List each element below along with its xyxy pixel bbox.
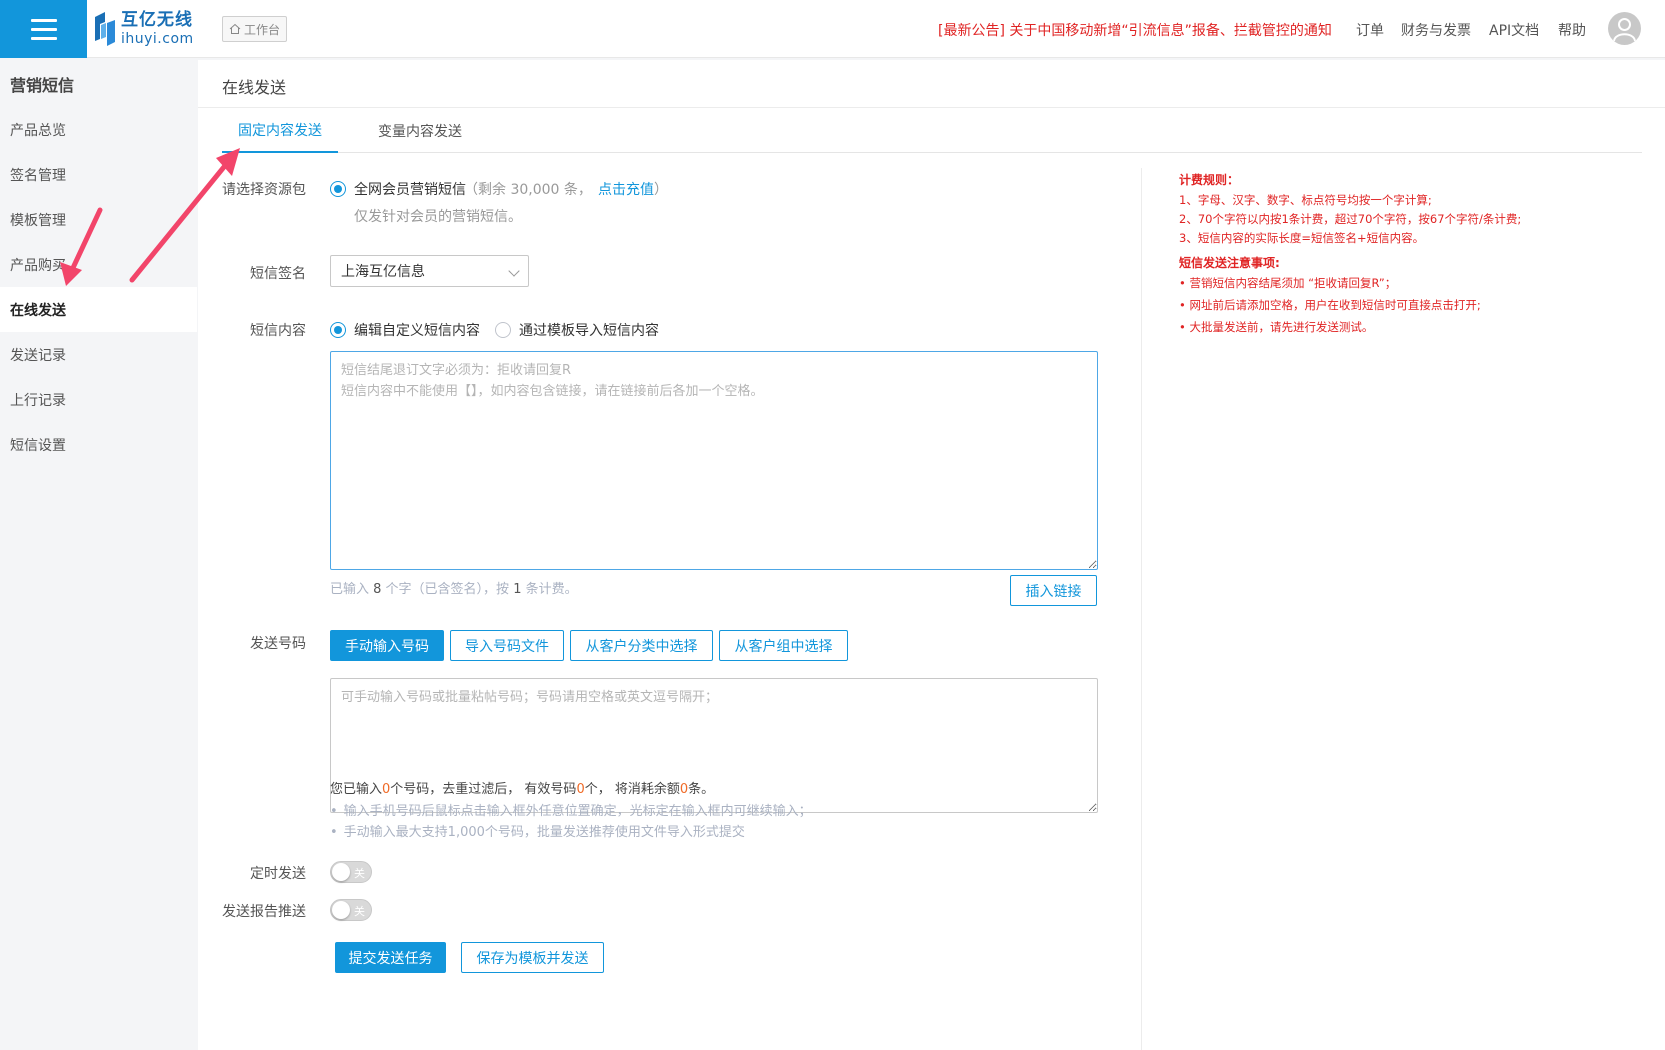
workbench-label: 工作台 bbox=[244, 22, 281, 37]
save-template-send-button[interactable]: 保存为模板并发送 bbox=[461, 942, 604, 973]
nav-help[interactable]: 帮助 bbox=[1558, 20, 1586, 40]
schedule-toggle[interactable]: 关 bbox=[330, 861, 372, 883]
logo-en-text: ihuyi.com bbox=[121, 31, 194, 47]
sidebar-item-sms-settings[interactable]: 短信设置 bbox=[0, 422, 197, 467]
announcement-link[interactable]: [最新公告] 关于中国移动新增“引流信息”报备、拦截管控的通知 bbox=[938, 20, 1332, 40]
tab-variable-content[interactable]: 变量内容发送 bbox=[370, 108, 470, 153]
menu-icon[interactable] bbox=[0, 0, 87, 58]
sidebar-item-template[interactable]: 模板管理 bbox=[0, 197, 197, 242]
billing-rules-title: 计费规则： bbox=[1179, 173, 1240, 187]
page-title: 在线发送 bbox=[222, 78, 287, 97]
toggle-knob bbox=[332, 901, 350, 919]
numbers-count-text: 您已输入0个号码，去重过滤后， 有效号码0个， 将消耗余额0条。 bbox=[330, 782, 715, 797]
nav-api-docs[interactable]: API文档 bbox=[1489, 20, 1539, 40]
package-label: 请选择资源包 bbox=[222, 182, 306, 198]
sidebar: 营销短信 产品总览 签名管理 模板管理 产品购买 在线发送 发送记录 上行记录 … bbox=[0, 58, 197, 1050]
sms-content-textarea[interactable] bbox=[330, 351, 1098, 570]
content-option-template: 通过模板导入短信内容 bbox=[519, 323, 659, 339]
signature-value: 上海互亿信息 bbox=[341, 264, 425, 280]
sidebar-item-product-overview[interactable]: 产品总览 bbox=[0, 107, 197, 152]
billing-rule-line: 1、字母、汉字、数字、标点符号均按一个字计算; bbox=[1179, 193, 1432, 207]
logo-cn-text: 互亿无线 bbox=[121, 10, 193, 30]
send-notice-line: • 大批量发送前，请先进行发送测试。 bbox=[1179, 320, 1374, 334]
select-group-button[interactable]: 从客户组中选择 bbox=[719, 630, 848, 661]
schedule-label: 定时发送 bbox=[250, 866, 306, 882]
tab-bar: 固定内容发送 变量内容发送 bbox=[222, 108, 1642, 153]
toggle-off-label: 关 bbox=[354, 905, 365, 918]
content-option-custom: 编辑自定义短信内容 bbox=[354, 323, 480, 339]
package-radio[interactable] bbox=[330, 181, 346, 197]
top-bar: 互亿无线 ihuyi.com 工作台 [最新公告] 关于中国移动新增“引流信息”… bbox=[0, 0, 1665, 58]
send-notice-line: • 网址前后请添加空格，用户在收到短信时可直接点击打开; bbox=[1179, 298, 1481, 312]
select-category-button[interactable]: 从客户分类中选择 bbox=[570, 630, 713, 661]
report-push-label: 发送报告推送 bbox=[222, 904, 306, 920]
nav-orders[interactable]: 订单 bbox=[1356, 20, 1384, 40]
tab-fixed-content[interactable]: 固定内容发送 bbox=[222, 108, 338, 153]
report-push-toggle[interactable]: 关 bbox=[330, 899, 372, 921]
hint-line: 输入手机号码后鼠标点击输入框外任意位置确定，光标定在输入框内可继续输入； bbox=[330, 800, 812, 819]
home-icon bbox=[229, 23, 241, 34]
signature-select[interactable]: 上海互亿信息 bbox=[330, 255, 529, 287]
submit-task-button[interactable]: 提交发送任务 bbox=[335, 942, 446, 973]
manual-input-button[interactable]: 手动输入号码 bbox=[330, 630, 444, 661]
toggle-off-label: 关 bbox=[354, 867, 365, 880]
content-radio-custom[interactable] bbox=[330, 322, 346, 338]
send-notice-title: 短信发送注意事项: bbox=[1179, 256, 1280, 270]
user-icon bbox=[1613, 18, 1636, 42]
recharge-link[interactable]: 点击充值 bbox=[598, 179, 654, 199]
package-note: 仅发针对会员的营销短信。 bbox=[354, 209, 522, 225]
billing-rule-line: 2、70个字符以内按1条计费，超过70个字符，按67个字符/条计费; bbox=[1179, 212, 1522, 226]
main-panel: 在线发送 固定内容发送 变量内容发送 请选择资源包 全网会员营销短信 （剩余 3… bbox=[198, 60, 1665, 1050]
import-file-button[interactable]: 导入号码文件 bbox=[450, 630, 564, 661]
nav-finance-invoice[interactable]: 财务与发票 bbox=[1401, 20, 1471, 40]
package-name: 全网会员营销短信 bbox=[354, 182, 466, 198]
hint-line: 手动输入最大支持1,000个号码，批量发送推荐使用文件导入形式提交 bbox=[330, 821, 745, 840]
insert-link-button[interactable]: 插入链接 bbox=[1010, 575, 1097, 606]
sidebar-item-online-send[interactable]: 在线发送 bbox=[0, 287, 197, 332]
content-label: 短信内容 bbox=[250, 323, 306, 339]
content-count-text: 已输入 8 个字（已含签名），按 1 条计费。 bbox=[330, 582, 578, 597]
chevron-down-icon bbox=[508, 265, 520, 277]
content-radio-template[interactable] bbox=[495, 322, 511, 338]
package-remaining: （剩余 30,000 条， bbox=[464, 182, 592, 198]
sidebar-title: 营销短信 bbox=[10, 76, 75, 95]
sidebar-item-upstream-records[interactable]: 上行记录 bbox=[0, 377, 197, 422]
workbench-button[interactable]: 工作台 bbox=[222, 16, 288, 42]
package-remaining-close: ） bbox=[654, 182, 668, 198]
avatar[interactable] bbox=[1608, 12, 1641, 45]
numbers-label: 发送号码 bbox=[250, 636, 306, 652]
signature-label: 短信签名 bbox=[250, 266, 306, 282]
send-notice-line: • 营销短信内容结尾须加 “拒收请回复R”； bbox=[1179, 276, 1397, 290]
logo-mark-icon bbox=[95, 12, 115, 46]
toggle-knob bbox=[332, 863, 350, 881]
billing-rule-line: 3、短信内容的实际长度=短信签名+短信内容。 bbox=[1179, 231, 1425, 245]
sidebar-item-send-records[interactable]: 发送记录 bbox=[0, 332, 197, 377]
column-divider bbox=[1141, 168, 1142, 1050]
logo[interactable]: 互亿无线 ihuyi.com bbox=[93, 8, 205, 50]
sidebar-item-purchase[interactable]: 产品购买 bbox=[0, 242, 197, 287]
sidebar-item-signature[interactable]: 签名管理 bbox=[0, 152, 197, 197]
